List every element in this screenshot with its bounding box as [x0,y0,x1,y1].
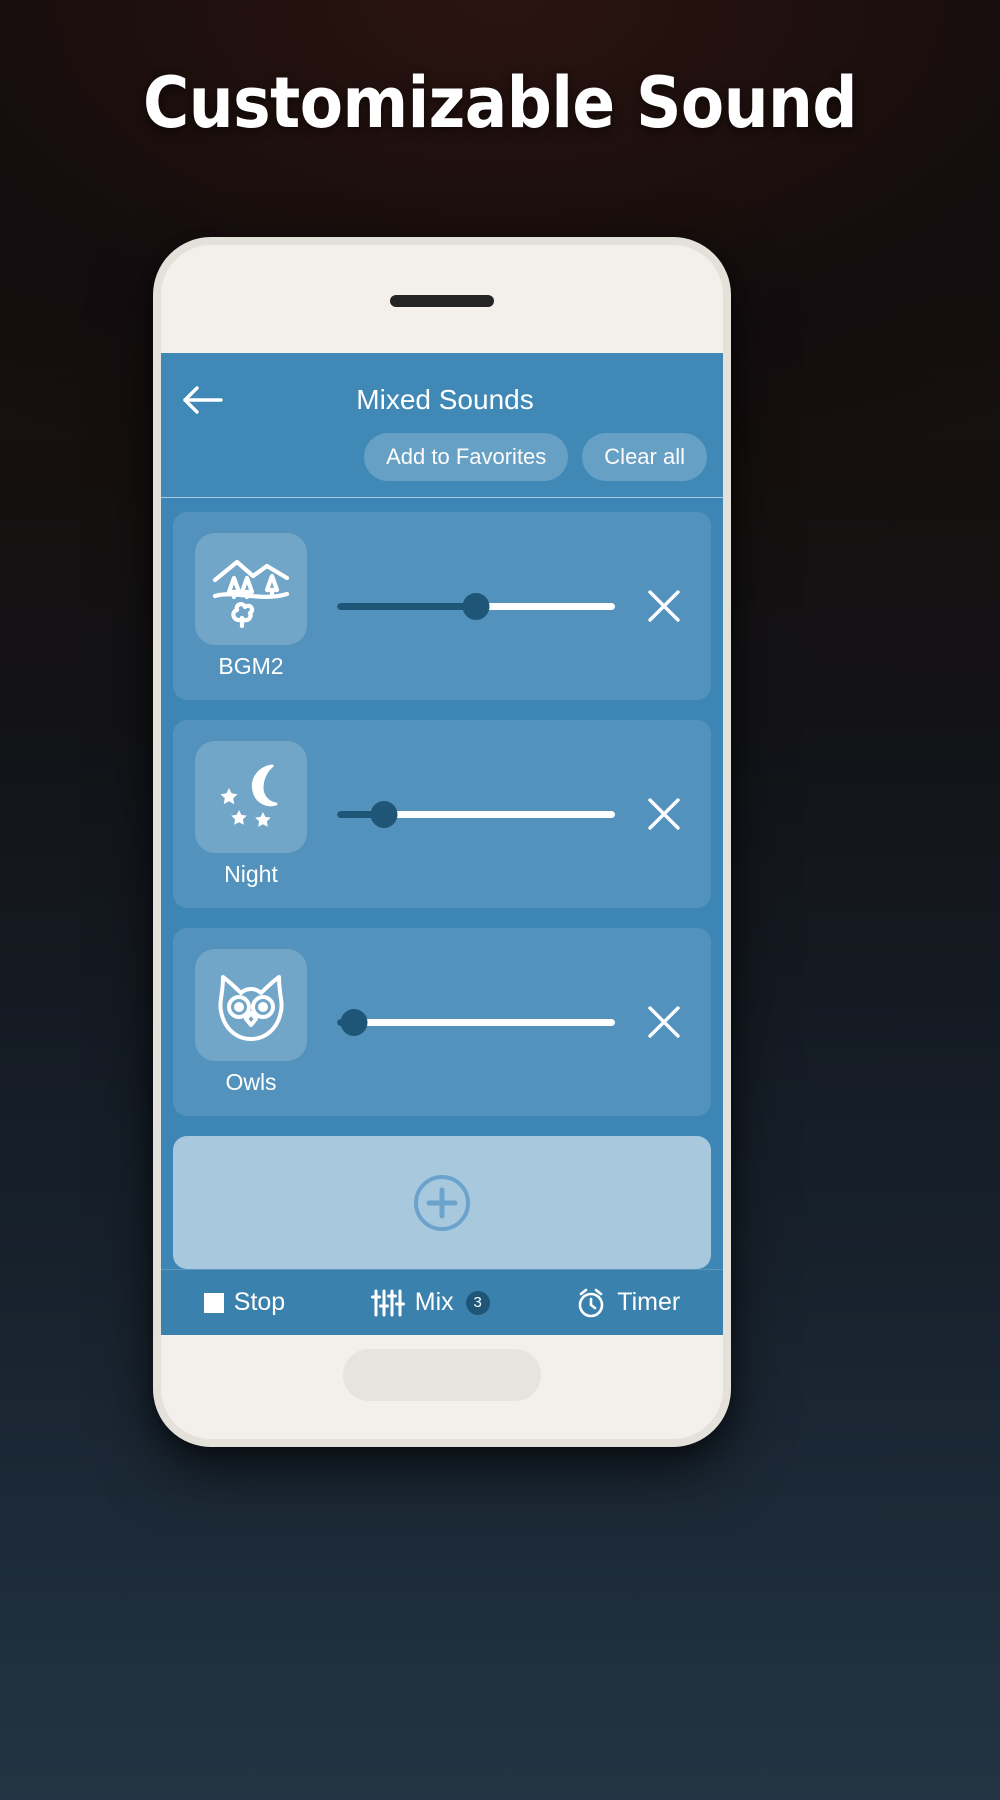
slider-fill [337,602,476,610]
app-header-title: Mixed Sounds [356,384,534,415]
volume-slider-wrap [315,928,623,1116]
sound-row[interactable]: Night [173,720,711,908]
phone-mockup: Mixed Sounds Add to Favorites Clear all [153,237,731,1447]
home-indicator [343,1349,541,1401]
slider-track [337,1018,615,1026]
sound-name: BGM2 [218,652,284,679]
volume-slider[interactable] [337,591,615,621]
close-icon [643,1001,685,1043]
sound-identity: Night [187,740,315,888]
close-icon [643,585,685,627]
volume-slider-wrap [315,720,623,908]
mixer-sliders-icon [370,1288,405,1318]
sound-row[interactable]: BGM2 [173,512,711,700]
alarm-clock-icon [575,1287,607,1319]
app-header: Mixed Sounds Add to Favorites Clear all [161,353,723,498]
nav-item-mix[interactable]: Mix 3 [370,1288,490,1318]
moon-stars-icon [209,758,293,836]
add-sound-card[interactable] [173,1136,711,1269]
arrow-left-icon [181,384,225,416]
phone-speaker-grille [390,295,494,307]
app-header-top: Mixed Sounds [161,371,723,429]
stop-square-icon [203,1292,224,1313]
back-button[interactable] [175,376,231,424]
remove-sound-button[interactable] [623,773,705,855]
nav-item-stop[interactable]: Stop [203,1288,286,1317]
promo-page: Customizable Sound Mixed Sounds Add to F… [0,0,1000,1800]
app-header-actions: Add to Favorites Clear all [161,429,723,497]
nav-item-label: Stop [233,1288,286,1316]
sound-icon-tile[interactable] [195,532,307,645]
sound-name: Night [224,860,278,887]
slider-thumb[interactable] [340,1008,368,1036]
slider-thumb[interactable] [370,800,398,828]
nav-item-label: Mix [414,1288,454,1316]
remove-sound-button[interactable] [623,565,705,647]
mix-count-badge: 3 [465,1290,490,1315]
volume-slider[interactable] [337,1007,615,1037]
sound-icon-tile[interactable] [195,740,307,853]
owl-icon [209,965,293,1045]
landscape-icon [209,550,293,628]
add-to-favorites-button[interactable]: Add to Favorites [364,433,569,481]
close-icon [643,793,685,835]
plus-circle-icon [411,1172,473,1234]
volume-slider[interactable] [337,799,615,829]
sound-identity: Owls [187,948,315,1096]
slider-thumb[interactable] [462,592,490,620]
mixed-sounds-list: BGM2 Night Owls [161,498,723,1269]
sound-identity: BGM2 [187,532,315,680]
page-title: Customizable Sound [143,62,857,144]
remove-sound-button[interactable] [623,981,705,1063]
sound-icon-tile[interactable] [195,948,307,1061]
nav-item-timer[interactable]: Timer [575,1287,680,1319]
app-screen: Mixed Sounds Add to Favorites Clear all [161,353,723,1335]
sound-row[interactable]: Owls [173,928,711,1116]
sound-name: Owls [225,1068,277,1095]
bottom-navigation: Stop Mix 3 Timer [161,1269,723,1335]
nav-item-label: Timer [617,1288,681,1316]
clear-all-button[interactable]: Clear all [582,433,707,481]
volume-slider-wrap [315,512,623,700]
